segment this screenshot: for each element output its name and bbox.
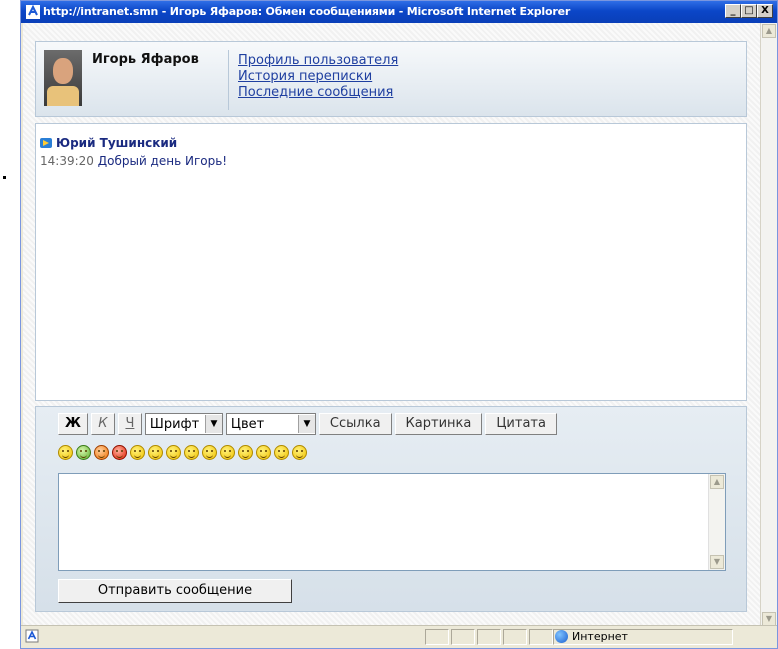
message-log[interactable]: Юрий Тушинский 14:39:20 Добрый день Игор… [35,123,747,401]
message-input[interactable]: ▲ ▼ [58,473,726,571]
confused-icon[interactable] [184,445,199,460]
user-name: Игорь Яфаров [92,52,199,67]
zone-label: Интернет [572,630,628,643]
scroll-down-icon[interactable]: ▼ [762,612,776,626]
chevron-down-icon: ▼ [204,415,222,433]
maximize-button[interactable]: □ [741,4,757,18]
color-select[interactable]: Цвет ▼ [225,413,316,435]
surprised-icon[interactable] [202,445,217,460]
neutral-icon[interactable] [292,445,307,460]
image-button[interactable]: Картинка [394,413,483,435]
page-marker [3,176,6,179]
color-select-value: Цвет [230,416,265,432]
quote-button[interactable]: Цитата [485,413,557,435]
status-cell [451,629,475,645]
message-line: 14:39:20 Добрый день Игорь! [40,154,227,168]
italic-button[interactable]: К [90,413,115,435]
sad-icon[interactable] [166,445,181,460]
angry-icon[interactable] [148,445,163,460]
font-select[interactable]: Шрифт ▼ [144,413,223,435]
sad-icon[interactable] [256,445,271,460]
incoming-arrow-icon [40,138,52,148]
shocked-icon[interactable] [238,445,253,460]
status-cell [503,629,527,645]
message-author-name: Юрий Тушинский [56,136,178,150]
smile-icon[interactable] [274,445,289,460]
format-toolbar: Ж К Ч Шрифт ▼ Цвет ▼ Ссылка Картинка Цит… [58,413,557,435]
window-title: http://intranet.smn - Игорь Яфаров: Обме… [43,5,571,18]
scroll-down-icon[interactable]: ▼ [710,555,724,569]
ie-icon [26,4,40,19]
browser-window: http://intranet.smn - Игорь Яфаров: Обме… [20,0,778,649]
header-divider [228,50,229,110]
message-input-scrollbar[interactable]: ▲ ▼ [708,474,725,570]
status-cell [425,629,449,645]
status-cell [529,629,553,645]
compose-panel: Ж К Ч Шрифт ▼ Цвет ▼ Ссылка Картинка Цит… [35,406,747,612]
chevron-down-icon: ▼ [297,415,315,433]
user-links: Профиль пользователя История переписки П… [238,53,398,101]
message-text: Добрый день Игорь! [97,154,228,168]
page-scrollbar[interactable]: ▲ ▼ [760,23,777,627]
recent-messages-link[interactable]: Последние сообщения [238,85,398,101]
exclamation-icon[interactable] [112,445,127,460]
profile-link[interactable]: Профиль пользователя [238,53,398,69]
status-bar: Интернет [21,625,777,648]
status-cell [477,629,501,645]
message-time: 14:39:20 [40,154,94,168]
underline-button[interactable]: Ч [117,413,142,435]
smiley-bar [58,445,307,460]
minimize-button[interactable]: _ [725,4,741,18]
light-bulb-icon[interactable] [76,445,91,460]
smile-icon[interactable] [58,445,73,460]
history-link[interactable]: История переписки [238,69,398,85]
close-button[interactable]: X [757,4,773,18]
zone-indicator: Интернет [555,630,628,643]
avatar [44,50,82,106]
question-icon[interactable] [94,445,109,460]
link-button[interactable]: Ссылка [318,413,392,435]
title-bar[interactable]: http://intranet.smn - Игорь Яфаров: Обме… [21,1,777,23]
smile-icon[interactable] [130,445,145,460]
user-header: Игорь Яфаров Профиль пользователя Истори… [35,41,747,117]
scroll-up-icon[interactable]: ▲ [710,475,724,489]
send-message-button[interactable]: Отправить сообщение [58,579,292,603]
globe-icon [555,630,568,643]
page-icon [25,629,39,643]
cool-icon[interactable] [220,445,235,460]
scroll-up-icon[interactable]: ▲ [762,24,776,38]
font-select-value: Шрифт [149,416,200,432]
bold-button[interactable]: Ж [58,413,88,435]
message-author: Юрий Тушинский [40,136,177,150]
page-viewport: Игорь Яфаров Профиль пользователя Истори… [23,23,761,627]
